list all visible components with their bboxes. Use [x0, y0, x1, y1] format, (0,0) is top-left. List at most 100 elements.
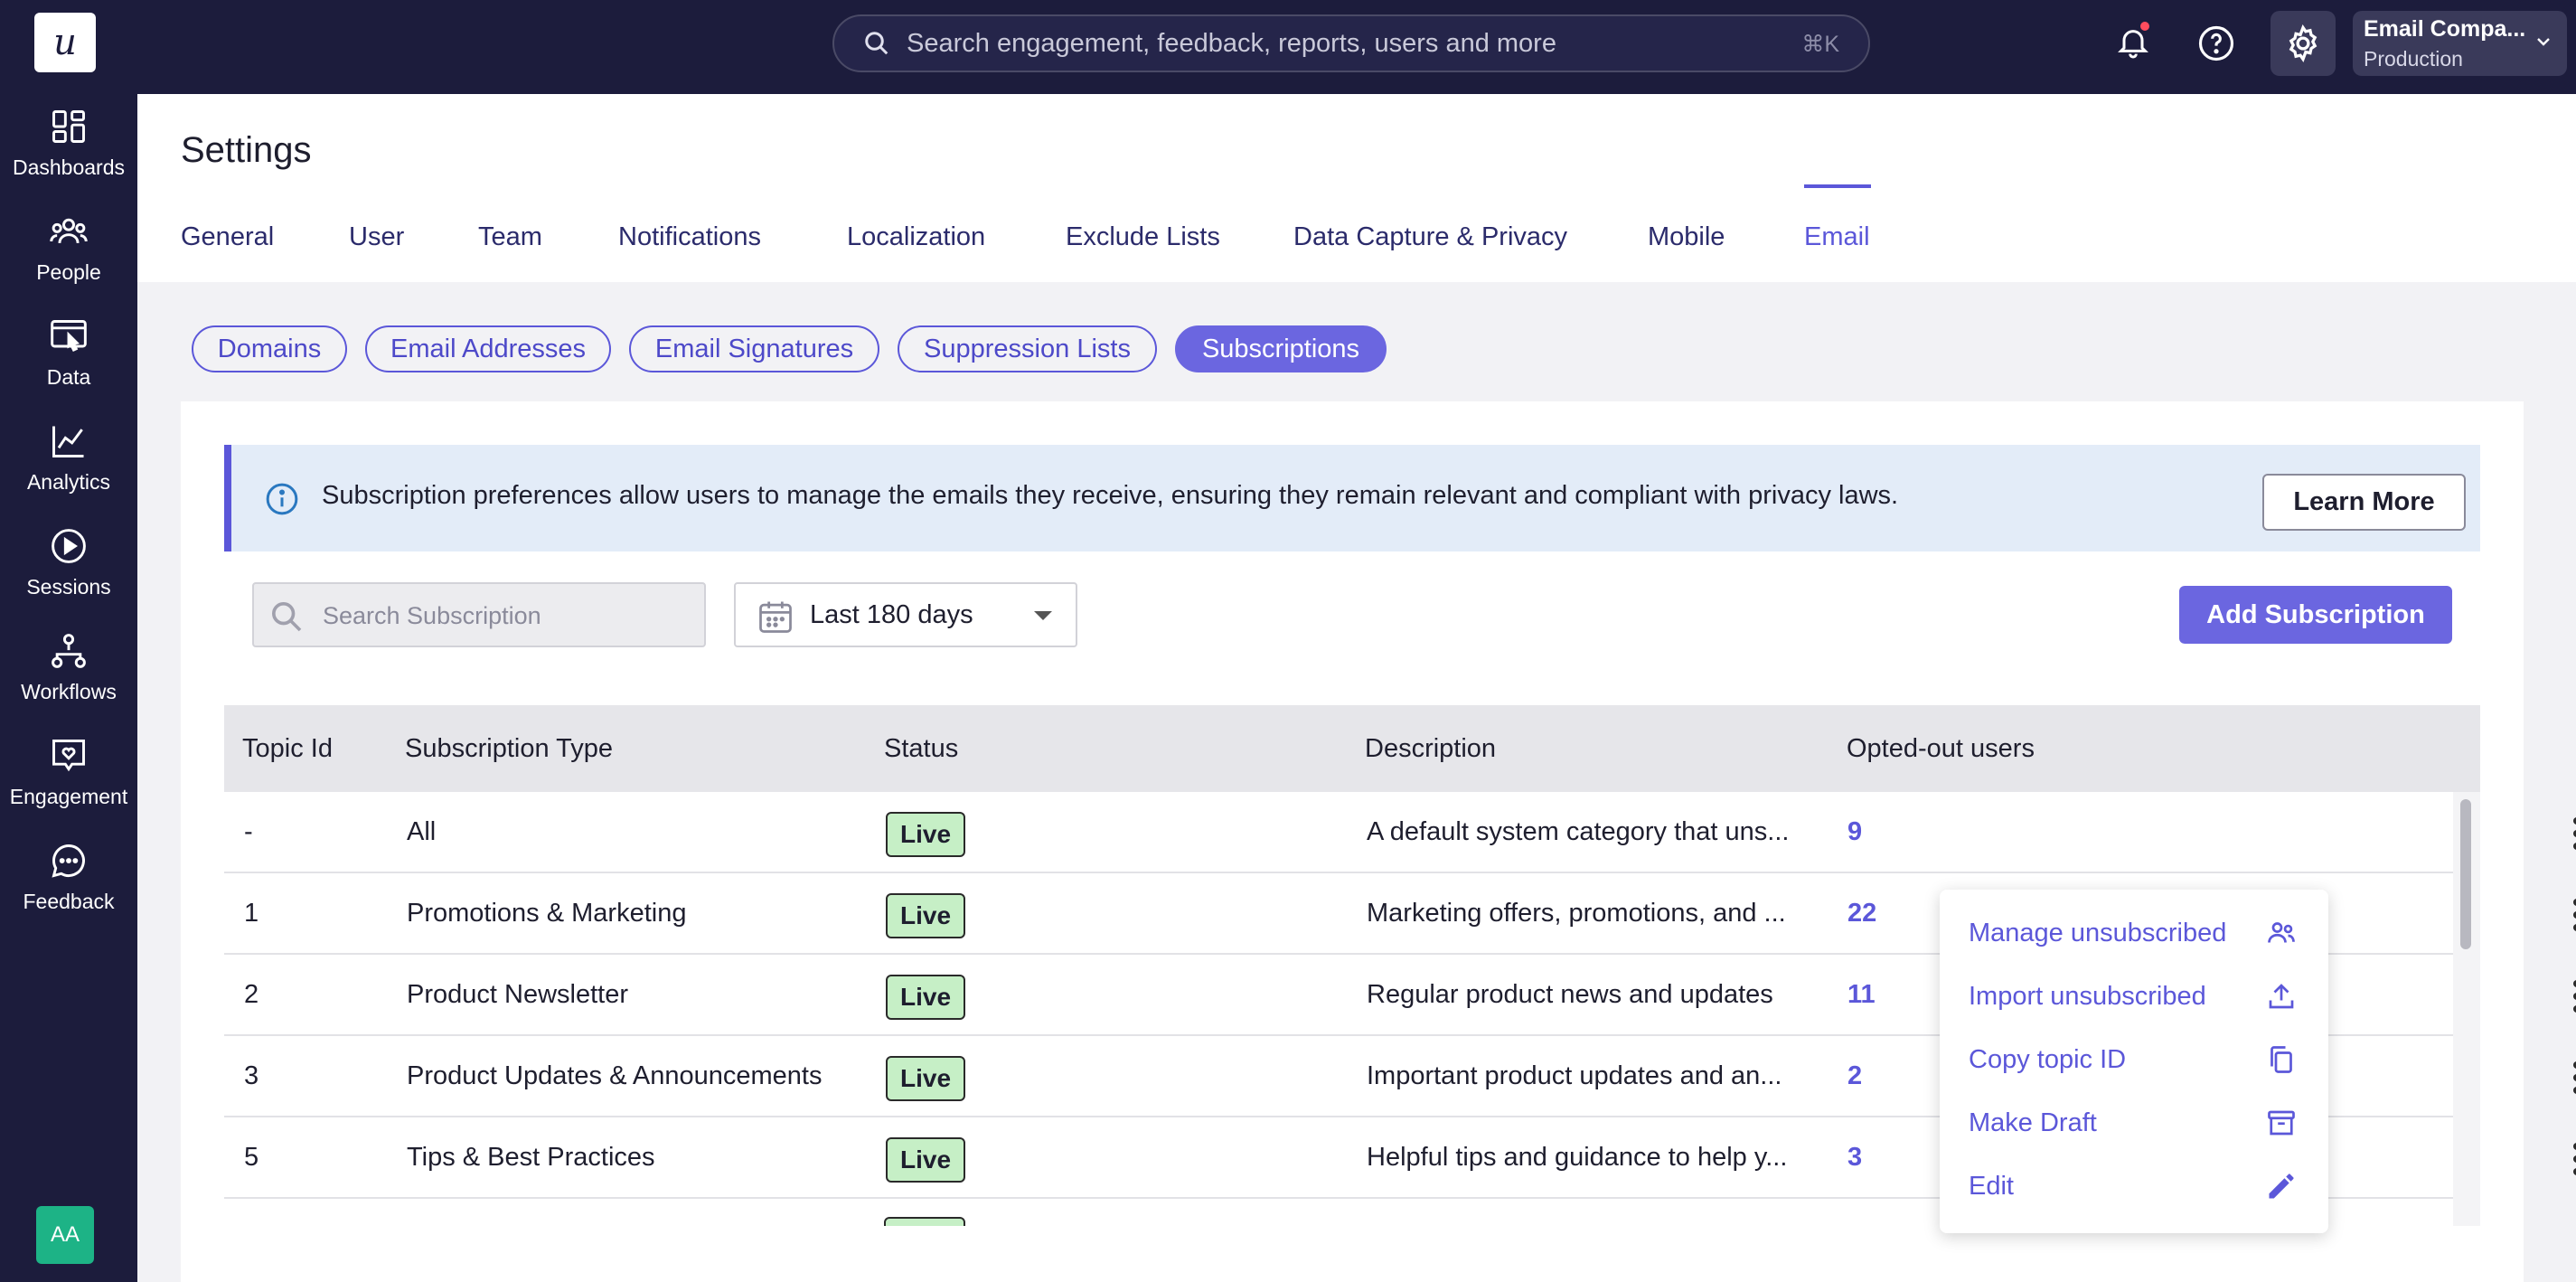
archive-icon [2268, 1110, 2295, 1136]
row-actions-button[interactable] [2563, 1139, 2576, 1179]
search-icon [865, 32, 888, 55]
sidebar-item-label: Data [46, 365, 91, 389]
subtab-subscriptions[interactable]: Subscriptions [1175, 325, 1387, 372]
sidebar-item-label: Engagement [9, 785, 128, 808]
column-header-description[interactable]: Description [1365, 734, 1496, 764]
sidebar-item-dashboards[interactable]: Dashboards [0, 101, 137, 199]
description-cell: Regular product news and updates [1367, 980, 1773, 1009]
subtab-domains[interactable]: Domains [192, 325, 347, 372]
subscription-search-input[interactable]: Search Subscription [252, 582, 706, 647]
global-search[interactable]: Search engagement, feedback, reports, us… [832, 14, 1870, 72]
opted-out-count-link[interactable]: 3 [1847, 1143, 1862, 1173]
column-header-status[interactable]: Status [884, 734, 958, 764]
pencil-icon [2269, 1174, 2294, 1199]
row-actions-button[interactable] [2563, 1058, 2576, 1098]
status-badge: Live [886, 975, 966, 1020]
add-subscription-button[interactable]: Add Subscription [2179, 586, 2452, 644]
row-actions-button[interactable] [2563, 895, 2576, 935]
description-cell: Helpful tips and guidance to help y... [1367, 1143, 1788, 1172]
chevron-down-icon [2537, 38, 2550, 46]
copy-icon [2270, 1046, 2292, 1073]
notifications-button[interactable] [2104, 14, 2162, 72]
opted-out-count-link[interactable]: 11 [1847, 980, 1876, 1010]
description-cell: A default system category that uns... [1367, 817, 1790, 846]
status-badge: Live [886, 1056, 966, 1101]
subscription-search-placeholder: Search Subscription [323, 602, 541, 629]
column-header-opted-out-users[interactable]: Opted-out users [1847, 734, 2035, 764]
top-bar: u Search engagement, feedback, reports, … [0, 0, 2576, 94]
sidebar-item-label: Feedback [23, 890, 115, 913]
tab-team[interactable]: Team [478, 222, 542, 252]
subscription-type-cell: All [407, 817, 437, 846]
tab-notifications[interactable]: Notifications [618, 222, 761, 252]
sidebar-item-label: Analytics [26, 470, 111, 494]
sidebar-item-label: Dashboards [12, 156, 126, 179]
tab-user[interactable]: User [349, 222, 404, 252]
tab-localization[interactable]: Localization [847, 222, 985, 252]
date-range-select[interactable]: Last 180 days [734, 582, 1077, 647]
sidebar: Dashboards People Data Analytics Session… [0, 94, 137, 1282]
topic-id-cell: 1 [244, 899, 259, 928]
tab-data-capture-privacy[interactable]: Data Capture & Privacy [1293, 222, 1567, 252]
sessions-icon [52, 529, 86, 563]
topic-id-cell: 2 [244, 980, 259, 1009]
subtab-suppression-lists[interactable]: Suppression Lists [898, 325, 1157, 372]
row-actions-button[interactable] [2563, 814, 2576, 853]
status-badge: Live [886, 1137, 966, 1183]
topic-id-cell: - [244, 817, 253, 846]
sidebar-item-engagement[interactable]: Engagement [0, 731, 137, 828]
opted-out-count-link[interactable]: 2 [1847, 1061, 1862, 1091]
date-range-value: Last 180 days [810, 600, 973, 629]
tab-exclude-lists[interactable]: Exclude Lists [1066, 222, 1220, 252]
sidebar-item-feedback[interactable]: Feedback [0, 835, 137, 933]
status-badge: Live [886, 812, 966, 857]
subscription-type-cell: Product Updates & Announcements [407, 1061, 823, 1090]
learn-more-button[interactable]: Learn More [2262, 474, 2466, 531]
calendar-icon [759, 601, 792, 633]
sidebar-item-analytics[interactable]: Analytics [0, 416, 137, 514]
column-header-subscription-type[interactable]: Subscription Type [405, 734, 613, 764]
sidebar-item-sessions[interactable]: Sessions [0, 521, 137, 618]
sidebar-item-data[interactable]: Data [0, 311, 137, 409]
subtab-email-signatures[interactable]: Email Signatures [629, 325, 879, 372]
avatar[interactable]: AA [36, 1206, 94, 1264]
subscription-type-cell: Product Newsletter [407, 980, 628, 1009]
sidebar-item-label: People [36, 260, 101, 284]
row-actions-button[interactable] [2563, 976, 2576, 1016]
active-tab-indicator [1804, 184, 1871, 188]
menu-item-label: Manage unsubscribed [1969, 919, 2227, 947]
tab-email[interactable]: Email [1804, 222, 1870, 252]
menu-item-copy-topic-id[interactable]: Copy topic ID [1940, 1029, 2328, 1092]
menu-item-import-unsubscribed[interactable]: Import unsubscribed [1940, 966, 2328, 1029]
sidebar-item-people[interactable]: People [0, 206, 137, 304]
sidebar-item-workflows[interactable]: Workflows [0, 626, 137, 723]
app-logo[interactable]: u [34, 13, 96, 72]
tab-mobile[interactable]: Mobile [1648, 222, 1725, 252]
opted-out-count-link[interactable]: 22 [1847, 899, 1876, 929]
settings-button[interactable] [2270, 11, 2336, 76]
menu-item-manage-unsubscribed[interactable]: Manage unsubscribed [1940, 902, 2328, 966]
people-icon [50, 218, 88, 243]
subscription-type-cell: Tips & Best Practices [407, 1143, 655, 1172]
account-switcher[interactable]: Email Compa... Production [2353, 11, 2567, 76]
account-environment: Production [2364, 47, 2463, 71]
opted-out-count-link[interactable]: 9 [1847, 817, 1862, 847]
caret-down-icon [1034, 611, 1052, 620]
dashboards-icon [52, 110, 85, 143]
row-actions-menu: Manage unsubscribed Import unsubscribed … [1940, 890, 2328, 1233]
table-scrollbar-thumb[interactable] [2460, 799, 2471, 949]
search-icon [272, 602, 302, 632]
people-icon [2268, 922, 2295, 943]
menu-item-edit[interactable]: Edit [1940, 1155, 2328, 1219]
description-cell: Marketing offers, promotions, and ... [1367, 899, 1786, 928]
help-button[interactable] [2187, 14, 2245, 72]
feedback-icon [52, 844, 85, 878]
tab-general[interactable]: General [181, 222, 274, 252]
subtab-email-addresses[interactable]: Email Addresses [365, 325, 611, 372]
help-icon [2198, 25, 2234, 61]
info-banner: Subscription preferences allow users to … [224, 445, 2480, 551]
table-row[interactable]: - All Live A default system category tha… [224, 792, 2576, 873]
menu-item-make-draft[interactable]: Make Draft [1940, 1092, 2328, 1155]
column-header-topic-id[interactable]: Topic Id [242, 734, 333, 764]
search-shortcut: ⌘K [1801, 32, 1839, 57]
